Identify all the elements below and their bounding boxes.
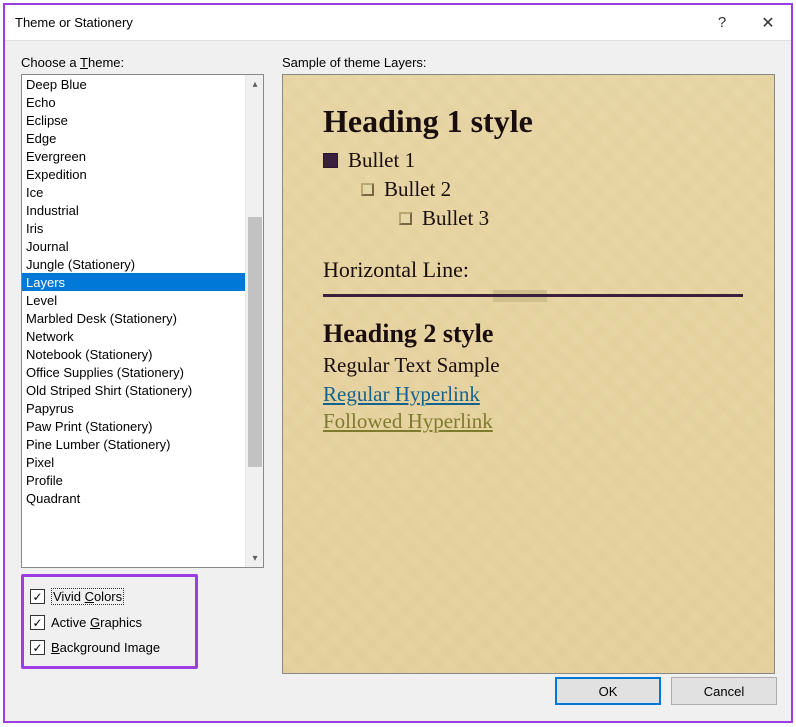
preview-followed-hyperlink: Followed Hyperlink xyxy=(323,409,750,434)
scrollbar[interactable]: ▴ ▾ xyxy=(245,75,263,567)
dialog-body: Choose a Theme: Deep BlueEchoEclipseEdge… xyxy=(5,41,791,675)
theme-list-item[interactable]: Level xyxy=(22,291,245,309)
checkbox-vivid-colors[interactable]: ✓ Vivid Colors xyxy=(30,583,189,610)
bullet2-icon xyxy=(361,183,374,196)
theme-stationery-dialog: Theme or Stationery ? ✕ Choose a Theme: … xyxy=(3,3,793,723)
list-item: Bullet 1 xyxy=(323,146,750,175)
checkbox-background-image[interactable]: ✓ Background Image xyxy=(30,635,189,660)
checkbox-label: Background Image xyxy=(51,640,160,655)
theme-list-item[interactable]: Iris xyxy=(22,219,245,237)
label-part: heme: xyxy=(88,55,124,70)
theme-list-item[interactable]: Ice xyxy=(22,183,245,201)
theme-list-item[interactable]: Network xyxy=(22,327,245,345)
checkmark-icon: ✓ xyxy=(30,589,45,604)
theme-list-item[interactable]: Marbled Desk (Stationery) xyxy=(22,309,245,327)
preview-bullet-list: Bullet 1 Bullet 2 Bullet 3 xyxy=(323,146,750,233)
label-part: ackground Image xyxy=(60,640,160,655)
theme-list-item[interactable]: Echo xyxy=(22,93,245,111)
theme-list-items: Deep BlueEchoEclipseEdgeEvergreenExpedit… xyxy=(22,75,245,567)
theme-list-item[interactable]: Paw Print (Stationery) xyxy=(22,417,245,435)
checkmark-icon: ✓ xyxy=(30,640,45,655)
sample-label: Sample of theme Layers: xyxy=(282,55,775,70)
theme-listbox[interactable]: Deep BlueEchoEclipseEdgeEvergreenExpedit… xyxy=(21,74,264,568)
theme-list-item[interactable]: Quadrant xyxy=(22,489,245,507)
theme-preview: Heading 1 style Bullet 1 Bullet 2 Bullet… xyxy=(282,74,775,674)
theme-list-item[interactable]: Industrial xyxy=(22,201,245,219)
label-accel: G xyxy=(90,615,100,630)
list-item: Bullet 2 xyxy=(361,175,750,204)
scroll-thumb[interactable] xyxy=(248,217,262,467)
theme-list-item[interactable]: Deep Blue xyxy=(22,75,245,93)
theme-list-item[interactable]: Layers xyxy=(22,273,245,291)
theme-list-item[interactable]: Journal xyxy=(22,237,245,255)
theme-list-item[interactable]: Office Supplies (Stationery) xyxy=(22,363,245,381)
checkmark-icon: ✓ xyxy=(30,615,45,630)
theme-list-item[interactable]: Evergreen xyxy=(22,147,245,165)
label-part: Active xyxy=(51,615,90,630)
theme-list-item[interactable]: Edge xyxy=(22,129,245,147)
bullet3-icon xyxy=(399,212,412,225)
bullet-text: Bullet 1 xyxy=(348,148,415,173)
theme-list-item[interactable]: Old Striped Shirt (Stationery) xyxy=(22,381,245,399)
theme-list-item[interactable]: Jungle (Stationery) xyxy=(22,255,245,273)
bullet-text: Bullet 2 xyxy=(384,177,451,202)
close-button[interactable]: ✕ xyxy=(745,6,791,40)
theme-list-item[interactable]: Papyrus xyxy=(22,399,245,417)
checkbox-group: ✓ Vivid Colors ✓ Active Graphics ✓ Backg… xyxy=(21,574,198,669)
bullet-text: Bullet 3 xyxy=(422,206,489,231)
preview-heading2: Heading 2 style xyxy=(323,319,750,349)
theme-list-item[interactable]: Profile xyxy=(22,471,245,489)
scroll-down-icon[interactable]: ▾ xyxy=(246,549,264,567)
label-accel: T xyxy=(80,55,88,70)
label-part: Choose a xyxy=(21,55,80,70)
cancel-button[interactable]: Cancel xyxy=(671,677,777,705)
label-part: raphics xyxy=(100,615,142,630)
preview-heading1: Heading 1 style xyxy=(323,103,750,140)
hr-line xyxy=(323,294,743,297)
preview-regular-hyperlink: Regular Hyperlink xyxy=(323,382,750,407)
titlebar: Theme or Stationery ? ✕ xyxy=(5,5,791,41)
dialog-title: Theme or Stationery xyxy=(15,15,699,30)
preview-regular-text: Regular Text Sample xyxy=(323,353,750,378)
checkbox-label: Vivid Colors xyxy=(51,588,124,605)
label-part: olors xyxy=(94,589,122,604)
label-accel: C xyxy=(85,589,94,604)
dialog-footer: OK Cancel xyxy=(5,675,791,721)
preview-hline-label: Horizontal Line: xyxy=(323,257,750,283)
right-panel: Sample of theme Layers: Heading 1 style … xyxy=(282,55,775,675)
list-item: Bullet 3 xyxy=(399,204,750,233)
ok-button[interactable]: OK xyxy=(555,677,661,705)
choose-theme-label: Choose a Theme: xyxy=(21,55,264,70)
label-part: Vivid xyxy=(53,589,85,604)
label-accel: B xyxy=(51,640,60,655)
theme-list-item[interactable]: Expedition xyxy=(22,165,245,183)
checkbox-active-graphics[interactable]: ✓ Active Graphics xyxy=(30,610,189,635)
scroll-up-icon[interactable]: ▴ xyxy=(246,75,264,93)
theme-list-item[interactable]: Notebook (Stationery) xyxy=(22,345,245,363)
left-panel: Choose a Theme: Deep BlueEchoEclipseEdge… xyxy=(21,55,264,675)
theme-list-item[interactable]: Pixel xyxy=(22,453,245,471)
bullet1-icon xyxy=(323,153,338,168)
checkbox-label: Active Graphics xyxy=(51,615,142,630)
theme-list-item[interactable]: Pine Lumber (Stationery) xyxy=(22,435,245,453)
help-button[interactable]: ? xyxy=(699,6,745,40)
theme-list-item[interactable]: Eclipse xyxy=(22,111,245,129)
preview-hr xyxy=(323,289,743,305)
